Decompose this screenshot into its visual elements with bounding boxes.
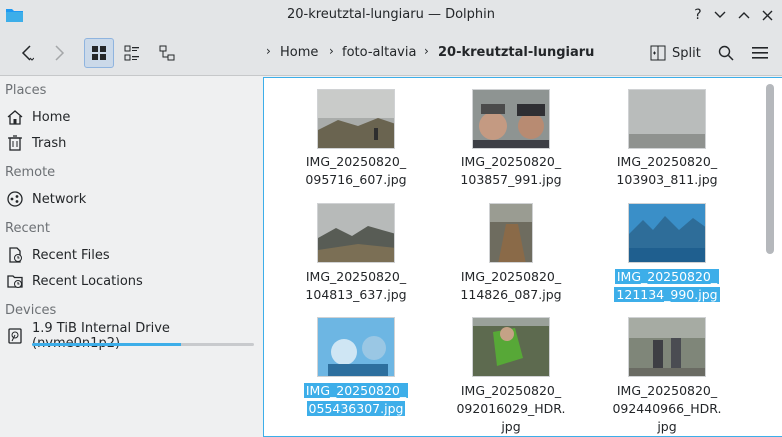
file-name[interactable]: IMG_20250820_ 103903_811.jpg	[602, 153, 732, 189]
minimize-icon[interactable]	[710, 5, 730, 25]
section-remote: Remote	[5, 165, 56, 180]
recent-files-icon	[6, 246, 24, 264]
file-name-selected[interactable]: IMG_20250820_ 055436307.jpg	[291, 382, 421, 418]
icons-view-button[interactable]	[84, 38, 114, 68]
breadcrumb-separator-icon: ›	[424, 44, 429, 58]
network-icon	[6, 190, 24, 208]
back-arrow-icon	[21, 45, 34, 61]
compact-view-button[interactable]	[117, 38, 147, 68]
breadcrumb-home[interactable]: Home	[280, 45, 318, 60]
split-button[interactable]: Split	[648, 38, 706, 68]
compact-view-icon	[124, 45, 139, 61]
maximize-icon[interactable]	[734, 5, 754, 25]
grid-view-icon	[92, 46, 106, 60]
forward-arrow-icon	[55, 45, 65, 61]
file-name[interactable]: IMG_20250820_ 104813_637.jpg	[291, 268, 421, 304]
file-name[interactable]: IMG_20250820_ 092016029_HDR. jpg	[446, 382, 576, 436]
tree-view-icon	[159, 45, 175, 61]
place-recent-files-label: Recent Files	[32, 247, 110, 263]
thumbnail-image[interactable]	[317, 203, 395, 263]
breadcrumb-foto-altavia[interactable]: foto-altavia	[342, 45, 416, 60]
breadcrumb-separator-icon: ›	[266, 44, 271, 58]
place-recent-locations-label: Recent Locations	[32, 273, 143, 289]
recent-locations-icon	[6, 272, 24, 290]
window-title: 20-kreutztal-lungiaru — Dolphin	[286, 7, 496, 22]
file-name-selected[interactable]: IMG_20250820_ 121134_990.jpg	[602, 268, 732, 304]
thumbnail-image[interactable]	[472, 317, 550, 377]
file-name[interactable]: IMG_20250820_ 092440966_HDR. jpg	[602, 382, 732, 436]
section-recent: Recent	[5, 221, 50, 236]
file-name[interactable]: IMG_20250820_ 114826_087.jpg	[446, 268, 576, 304]
place-home[interactable]: Home	[6, 106, 70, 128]
drive-icon	[6, 327, 24, 345]
place-network-label: Network	[32, 191, 87, 207]
back-button[interactable]	[12, 38, 42, 68]
toolbar: › Home › foto-altavia › 20-kreutztal-lun…	[0, 31, 782, 76]
place-home-label: Home	[32, 109, 71, 125]
details-view-button[interactable]	[152, 38, 182, 68]
thumbnail-image[interactable]	[489, 203, 533, 263]
search-button[interactable]	[711, 38, 741, 68]
search-icon	[718, 45, 734, 61]
place-recent-files[interactable]: Recent Files	[6, 244, 110, 266]
thumbnail-image[interactable]	[628, 89, 706, 149]
thumbnail-image[interactable]	[628, 203, 706, 263]
place-trash[interactable]: Trash	[6, 132, 66, 154]
thumbnail-image[interactable]	[317, 89, 395, 149]
split-icon	[650, 45, 666, 61]
title-bar: 20-kreutztal-lungiaru — Dolphin ?	[0, 0, 782, 31]
thumbnail-image[interactable]	[628, 317, 706, 377]
place-trash-label: Trash	[32, 135, 67, 151]
split-label: Split	[672, 45, 701, 61]
breadcrumb-separator-icon: ›	[329, 44, 334, 58]
thumbnail-image[interactable]	[317, 317, 395, 377]
place-drive-label: 1.9 TiB Internal Drive (nvme0n1p2)	[32, 321, 170, 351]
menu-button[interactable]	[745, 38, 775, 68]
help-icon[interactable]: ?	[688, 5, 708, 25]
breadcrumb-current[interactable]: 20-kreutztal-lungiaru	[438, 45, 594, 60]
places-panel: Places Home Trash Remote Network Recent …	[0, 77, 262, 437]
place-recent-locations[interactable]: Recent Locations	[6, 270, 143, 292]
drive-usage-fill	[32, 343, 181, 346]
vertical-scrollbar[interactable]	[766, 84, 774, 254]
drive-usage-bar	[32, 343, 254, 346]
file-name[interactable]: IMG_20250820_ 095716_607.jpg	[291, 153, 421, 189]
forward-button[interactable]	[44, 38, 74, 68]
section-devices: Devices	[5, 303, 57, 318]
file-name[interactable]: IMG_20250820_ 103857_991.jpg	[446, 153, 576, 189]
trash-icon	[6, 134, 24, 152]
place-network[interactable]: Network	[6, 188, 86, 210]
home-icon	[6, 108, 24, 126]
hamburger-menu-icon	[752, 47, 768, 59]
close-icon[interactable]	[757, 5, 777, 25]
thumbnail-image[interactable]	[472, 89, 550, 149]
section-places: Places	[5, 83, 47, 98]
